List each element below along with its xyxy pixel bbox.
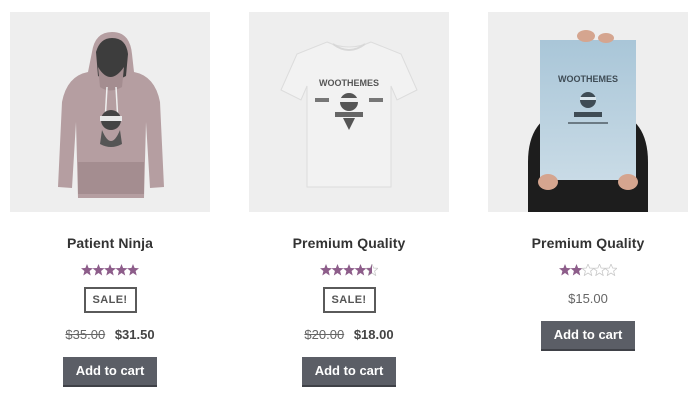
product-image-tshirt[interactable]: WOOTHEMES (249, 12, 449, 212)
product-card: WOOTHEMES Premium Quality SALE! $20.00 $… (249, 12, 449, 387)
price: $20.00 $18.00 (249, 327, 449, 343)
product-card: WOOTHEMES Premium Quality $15.00 Add to … (488, 12, 688, 351)
sale-badge: SALE! (83, 287, 137, 313)
tshirt-brand-text: WOOTHEMES (319, 78, 379, 88)
sale-price: $18.00 (353, 327, 394, 342)
hoodie-image (58, 32, 164, 198)
product-image-poster[interactable]: WOOTHEMES (488, 12, 688, 212)
add-to-cart-button[interactable]: Add to cart (62, 357, 158, 387)
tshirt-image: WOOTHEMES (280, 41, 418, 188)
poster-image: WOOTHEMES (528, 30, 648, 212)
add-to-cart-button[interactable]: Add to cart (540, 321, 636, 351)
poster-brand-text: WOOTHEMES (558, 74, 618, 84)
product-image-hoodie[interactable] (10, 12, 210, 212)
star-icons (320, 264, 378, 276)
price: $15.00 (568, 291, 608, 306)
star-icons (81, 264, 139, 276)
price: $35.00 $31.50 (10, 327, 210, 343)
old-price: $35.00 (65, 327, 106, 342)
add-to-cart-button[interactable]: Add to cart (301, 357, 397, 387)
sale-price: $31.50 (114, 327, 155, 342)
star-rating (10, 264, 210, 278)
old-price: $20.00 (304, 327, 345, 342)
star-rating (488, 264, 688, 278)
star-rating (249, 264, 449, 278)
product-title[interactable]: Premium Quality (488, 234, 688, 252)
star-icons (559, 264, 617, 276)
product-title[interactable]: Patient Ninja (10, 234, 210, 252)
product-card: Patient Ninja SALE! $35.00 $31.50 Add to… (10, 12, 210, 387)
product-title[interactable]: Premium Quality (249, 234, 449, 252)
sale-badge: SALE! (322, 287, 376, 313)
